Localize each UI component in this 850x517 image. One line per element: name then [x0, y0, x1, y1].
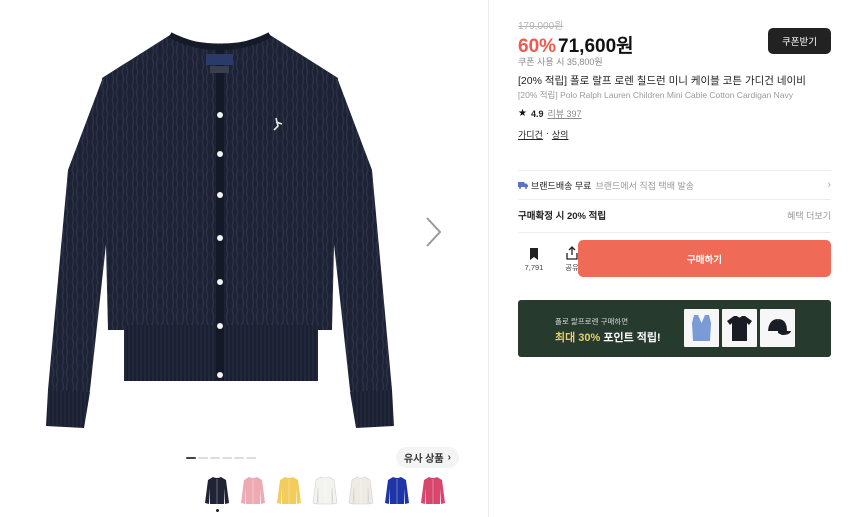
next-image-chevron-icon[interactable] — [418, 212, 448, 252]
cardigan-thumbnail-image — [205, 477, 229, 504]
action-row: 7,791 공유 구매하기 — [518, 240, 831, 278]
banner-cap-image — [760, 309, 795, 347]
bookmark-button[interactable]: 7,791 — [518, 240, 550, 278]
points-row: 구매확정 시 20% 적립 혜택 더보기 — [518, 206, 831, 224]
review-count-link[interactable]: 리뷰 397 — [547, 107, 581, 120]
share-icon — [566, 245, 578, 260]
divider — [518, 232, 831, 233]
color-thumbnail-yellow[interactable] — [276, 476, 302, 506]
share-label: 공유 — [565, 262, 579, 272]
color-thumbnail-magenta[interactable] — [420, 476, 446, 506]
color-options — [204, 476, 446, 512]
bookmark-count: 7,791 — [524, 262, 544, 272]
cardigan-thumbnail-image — [385, 477, 409, 504]
rating-row: ★ 4.9 리뷰 397 — [518, 107, 582, 120]
price-row: 60% 71,600원 — [518, 31, 634, 58]
selected-indicator — [216, 509, 219, 512]
color-thumbnail-navy[interactable] — [204, 476, 230, 512]
divider — [518, 199, 831, 200]
category-breadcrumb: 가디건 · 상의 — [518, 128, 568, 141]
category-separator: · — [545, 128, 549, 138]
cardigan-thumbnail-image — [241, 477, 265, 504]
product-main-image — [40, 30, 400, 435]
points-label: 구매확정 시 20% 적립 — [518, 211, 607, 222]
buy-button[interactable]: 구매하기 — [578, 240, 831, 277]
get-coupon-button[interactable]: 쿠폰받기 — [768, 28, 831, 54]
shipping-sub: 브랜드에서 직접 택배 발송 — [595, 180, 695, 191]
sale-price: 71,600원 — [558, 36, 634, 57]
bookmark-icon — [530, 247, 538, 260]
category-link-cardigan[interactable]: 가디건 — [518, 128, 543, 141]
banner-vest-image — [684, 309, 719, 347]
rating-value: 4.9 — [530, 108, 544, 119]
pagination-dot[interactable] — [234, 457, 244, 459]
shipping-info-row[interactable]: 브랜드배송 무료 브랜드에서 직접 택배 발송 › — [518, 171, 831, 199]
chevron-right-icon: › — [447, 452, 451, 463]
product-title: [20% 적립] 폴로 랄프 로렌 칠드런 미니 케이블 코튼 가디건 네이비 — [518, 75, 806, 87]
similar-products-label: 유사 상품 — [404, 454, 444, 465]
benefits-more-link[interactable]: 혜택 더보기 — [787, 209, 831, 222]
pagination-dot[interactable] — [246, 457, 256, 459]
image-pagination — [186, 457, 256, 459]
cardigan-thumbnail-image — [421, 477, 445, 504]
shipping-main: 브랜드배송 무료 — [531, 180, 592, 191]
panel-divider — [488, 0, 489, 517]
cardigan-thumbnail-image — [312, 476, 338, 505]
coupon-price: 쿠폰 사용 시 35,800원 — [518, 57, 603, 67]
original-price: 179,000원 — [518, 21, 564, 32]
pagination-dot[interactable] — [210, 457, 220, 459]
pagination-dot[interactable] — [222, 457, 232, 459]
banner-title-rest: 포인트 적립! — [600, 332, 661, 344]
truck-icon — [518, 181, 528, 189]
star-icon: ★ — [518, 108, 527, 119]
pagination-dot[interactable] — [198, 457, 208, 459]
color-thumbnail-pink[interactable] — [240, 476, 266, 506]
category-link-top[interactable]: 상의 — [552, 128, 569, 141]
chevron-right-icon: › — [827, 179, 831, 191]
banner-subtitle: 폴로 랄프로렌 구매하면 — [555, 317, 629, 326]
cardigan-thumbnail-image — [277, 477, 301, 504]
promo-banner[interactable]: 폴로 랄프로렌 구매하면 최대 30% 포인트 적립! — [518, 300, 831, 357]
product-title-english: [20% 적립] Polo Ralph Lauren Children Mini… — [518, 90, 794, 100]
product-gallery: 유사 상품 › — [0, 0, 488, 517]
banner-highlight: 최대 30% — [555, 332, 601, 344]
cardigan-thumbnail-image — [348, 476, 374, 505]
color-thumbnail-white[interactable] — [312, 476, 338, 506]
banner-tshirt-image — [722, 309, 757, 347]
pagination-dot[interactable] — [186, 457, 196, 459]
similar-products-button[interactable]: 유사 상품 › — [396, 447, 459, 468]
color-thumbnail-cream[interactable] — [348, 476, 374, 506]
color-thumbnail-blue[interactable] — [384, 476, 410, 506]
banner-title: 최대 30% 포인트 적립! — [555, 329, 661, 345]
